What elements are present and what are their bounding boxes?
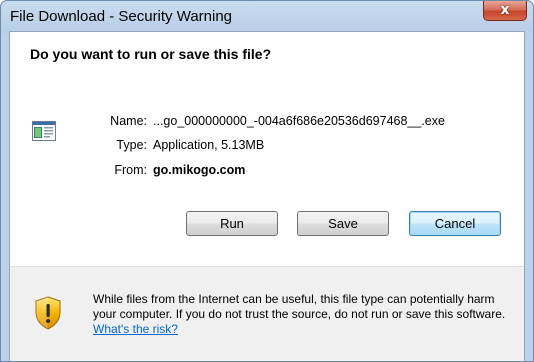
window-title: File Download - Security Warning — [10, 8, 233, 25]
dialog-window: File Download - Security Warning x Do yo… — [0, 0, 534, 362]
file-name-row: Name: ...go_000000000_-004a6f686e20536d69… — [100, 114, 445, 128]
cancel-button[interactable]: Cancel — [409, 211, 501, 236]
close-icon: x — [500, 2, 510, 18]
title-bar[interactable]: File Download - Security Warning x — [1, 1, 533, 31]
dialog-content: Do you want to run or save this file? Na… — [10, 32, 524, 266]
save-button[interactable]: Save — [297, 211, 389, 236]
application-icon — [32, 121, 56, 141]
warning-text: While files from the Internet can be use… — [93, 292, 506, 321]
security-warning-section: While files from the Internet can be use… — [10, 267, 524, 361]
file-source-label: From: — [114, 163, 147, 177]
file-name-label: Name: — [110, 114, 147, 128]
warning-message: While files from the Internet can be use… — [93, 292, 513, 337]
whats-the-risk-link[interactable]: What's the risk? — [93, 322, 178, 336]
file-type-value: Application, 5.13MB — [153, 138, 265, 152]
dialog-body: Do you want to run or save this file? Na… — [9, 31, 525, 361]
file-name-value: ...go_000000000_-004a6f686e20536d697468_… — [153, 114, 445, 128]
file-source-row: From: go.mikogo.com — [100, 163, 245, 177]
file-type-label: Type: — [116, 138, 147, 152]
close-button[interactable]: x — [483, 1, 527, 21]
dialog-heading: Do you want to run or save this file? — [30, 46, 272, 62]
shield-warning-icon — [35, 296, 61, 330]
file-type-row: Type: Application, 5.13MB — [100, 138, 264, 152]
file-source-value: go.mikogo.com — [153, 163, 246, 177]
run-button[interactable]: Run — [186, 211, 278, 236]
